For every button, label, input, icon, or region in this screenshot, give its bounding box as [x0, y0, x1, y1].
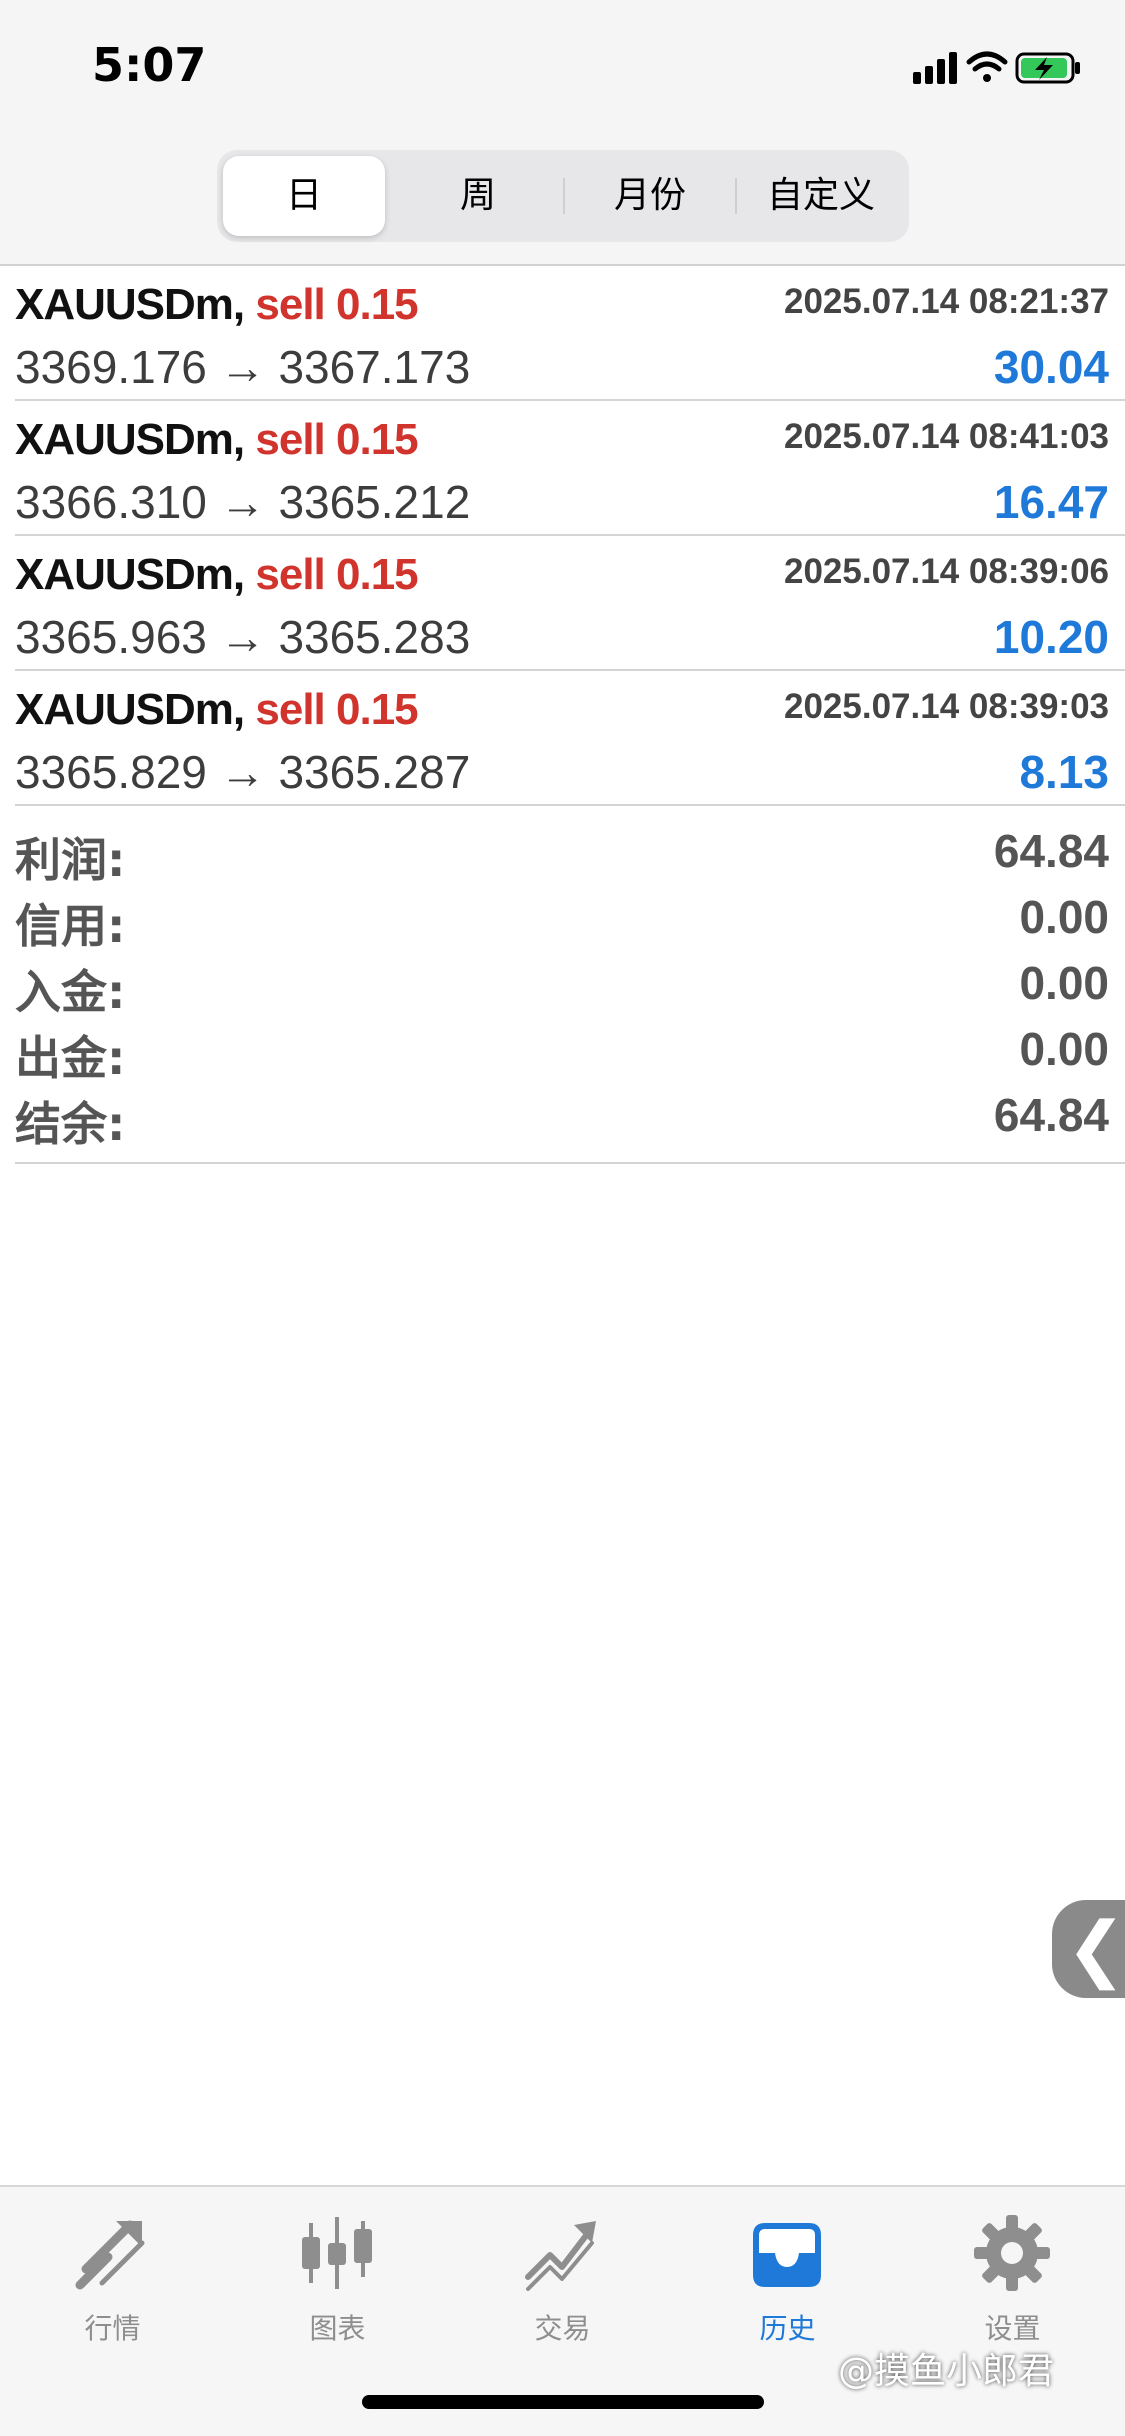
deal-prices: 3365.963 → 3365.283 — [15, 610, 470, 664]
deal-row[interactable]: XAUUSDm, sell 0.15 2025.07.14 08:41:03 3… — [0, 401, 1125, 536]
deal-row[interactable]: XAUUSDm, sell 0.15 2025.07.14 08:21:37 3… — [0, 266, 1125, 401]
wifi-icon — [966, 51, 1008, 82]
deal-side-volume: sell 0.15 — [255, 685, 418, 734]
summary-row-deposit: 入金: 0.00 — [0, 950, 1125, 1019]
symbol-name: XAUUSDm, — [15, 685, 245, 734]
home-indicator — [362, 2395, 764, 2409]
symbol-name: XAUUSDm, — [15, 550, 245, 599]
tab-label: 历史 — [759, 2312, 816, 2345]
tab-quotes[interactable]: 行情 — [0, 2207, 225, 2347]
tab-settings[interactable]: 设置 — [900, 2207, 1125, 2347]
open-price: 3366.310 — [15, 476, 207, 528]
summary-value: 64.84 — [993, 825, 1109, 877]
deal-row[interactable]: XAUUSDm, sell 0.15 2025.07.14 08:39:06 3… — [0, 536, 1125, 671]
tab-label: 交易 — [534, 2312, 591, 2345]
arrow-right-icon: → — [219, 611, 266, 663]
symbol-name: XAUUSDm, — [15, 280, 245, 329]
deal-profit: 8.13 — [1019, 746, 1109, 798]
side-panel-handle[interactable]: ❮ — [1052, 1900, 1125, 1998]
arrow-right-icon: → — [219, 476, 266, 528]
close-price: 3365.283 — [278, 611, 471, 663]
close-price: 3367.173 — [278, 341, 471, 393]
deal-symbol: XAUUSDm, sell 0.15 — [15, 685, 419, 735]
summary-label: 入金: — [15, 965, 126, 1019]
trade-trend-icon — [525, 2221, 596, 2291]
summary-value: 64.84 — [993, 1089, 1109, 1141]
tab-label: 图表 — [309, 2312, 366, 2345]
deal-prices: 3366.310 → 3365.212 — [15, 475, 470, 529]
open-price: 3365.963 — [15, 611, 207, 663]
deal-side-volume: sell 0.15 — [255, 280, 418, 329]
status-time: 5:07 — [92, 38, 207, 92]
deal-side-volume: sell 0.15 — [255, 550, 418, 599]
tab-trade[interactable]: 交易 — [450, 2207, 675, 2347]
summary-value: 0.00 — [1019, 957, 1109, 1009]
segment-divider — [563, 178, 565, 214]
period-segmented-control: 日 周 月份 自定义 — [217, 150, 909, 242]
tab-label: 行情 — [84, 2312, 141, 2345]
deal-row[interactable]: XAUUSDm, sell 0.15 2025.07.14 08:39:03 3… — [0, 671, 1125, 806]
deal-prices: 3369.176 → 3367.173 — [15, 340, 470, 394]
summary-value: 0.00 — [1019, 891, 1109, 943]
deal-time: 2025.07.14 08:41:03 — [784, 417, 1109, 456]
row-divider — [15, 804, 1125, 806]
chevron-left-icon: ❮ — [1066, 1909, 1125, 1989]
segment-custom[interactable]: 自定义 — [739, 156, 903, 236]
deal-profit: 30.04 — [993, 341, 1109, 393]
tab-label: 设置 — [984, 2312, 1041, 2345]
battery-charging-icon — [1015, 52, 1080, 84]
summary-label: 结余: — [15, 1097, 126, 1151]
deal-profit: 10.20 — [993, 611, 1109, 663]
status-bar: 5:07 — [0, 0, 1125, 130]
open-price: 3365.829 — [15, 746, 207, 798]
symbol-name: XAUUSDm, — [15, 415, 245, 464]
deal-time: 2025.07.14 08:21:37 — [784, 282, 1109, 321]
summary-divider — [15, 1162, 1125, 1164]
close-price: 3365.287 — [278, 746, 471, 798]
tab-history[interactable]: 历史 — [675, 2207, 900, 2347]
deal-time: 2025.07.14 08:39:06 — [784, 552, 1109, 591]
quotes-arrows-icon — [75, 2220, 145, 2290]
summary-label: 利润: — [15, 833, 126, 887]
status-icons — [913, 48, 1083, 88]
close-price: 3365.212 — [278, 476, 471, 528]
summary-label: 信用: — [15, 899, 126, 953]
tab-charts[interactable]: 图表 — [225, 2207, 450, 2347]
summary-row-credit: 信用: 0.00 — [0, 884, 1125, 953]
deal-symbol: XAUUSDm, sell 0.15 — [15, 415, 419, 465]
cellular-signal-icon — [913, 52, 957, 84]
inbox-tray-icon — [753, 2223, 821, 2287]
segment-divider — [735, 178, 737, 214]
period-selector-area: 日 周 月份 自定义 — [0, 130, 1125, 265]
arrow-right-icon: → — [219, 341, 266, 393]
summary-row-withdrawal: 出金: 0.00 — [0, 1016, 1125, 1085]
deal-profit: 16.47 — [993, 476, 1109, 528]
deal-time: 2025.07.14 08:39:03 — [784, 687, 1109, 726]
deal-prices: 3365.829 → 3365.287 — [15, 745, 470, 799]
segment-month[interactable]: 月份 — [569, 156, 731, 236]
summary-value: 0.00 — [1019, 1023, 1109, 1075]
segment-day[interactable]: 日 — [223, 156, 385, 236]
watermark: @摸鱼小郎君 — [838, 2351, 1055, 2392]
arrow-right-icon: → — [219, 746, 266, 798]
open-price: 3369.176 — [15, 341, 207, 393]
summary-row-profit: 利润: 64.84 — [0, 818, 1125, 887]
summary-label: 出金: — [15, 1031, 126, 1085]
summary-row-balance: 结余: 64.84 — [0, 1082, 1125, 1151]
status-indicators-icon — [913, 51, 1080, 84]
deal-symbol: XAUUSDm, sell 0.15 — [15, 280, 419, 330]
candlestick-icon — [302, 2217, 372, 2289]
deal-side-volume: sell 0.15 — [255, 415, 418, 464]
segment-week[interactable]: 周 — [397, 156, 559, 236]
gear-icon — [974, 2215, 1050, 2291]
deal-symbol: XAUUSDm, sell 0.15 — [15, 550, 419, 600]
